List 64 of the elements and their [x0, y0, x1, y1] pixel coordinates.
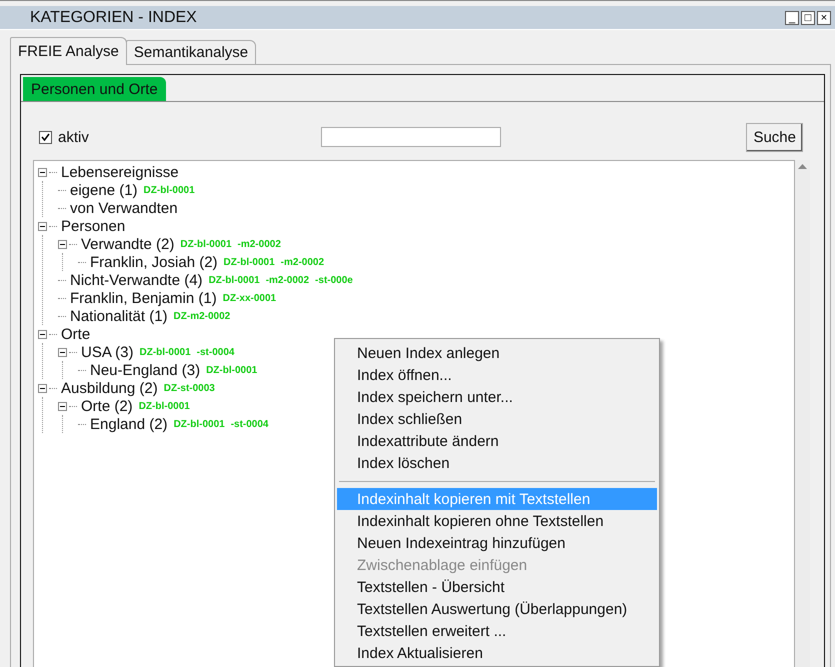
- tree-item[interactable]: England (2): [90, 416, 168, 432]
- code-tag: -m2-0002: [266, 274, 310, 286]
- menu-item[interactable]: Indexinhalt kopieren ohne Textstellen: [337, 510, 657, 532]
- tree-item[interactable]: Franklin, Josiah (2): [90, 254, 218, 270]
- menu-item[interactable]: Index schließen: [337, 408, 657, 430]
- tree-item[interactable]: Verwandte (2): [81, 236, 174, 252]
- menu-item[interactable]: Index öffnen...: [337, 364, 657, 386]
- code-tag: -st-0004: [230, 418, 268, 430]
- tree-item[interactable]: Orte (2): [81, 398, 133, 414]
- tab[interactable]: Semantikanalyse: [126, 40, 256, 65]
- tree-item[interactable]: von Verwandten: [70, 200, 178, 216]
- tab[interactable]: Personen und Orte: [23, 77, 166, 101]
- code-tag: DZ-bl-0001: [140, 346, 191, 358]
- tab[interactable]: FREIE Analyse: [10, 37, 127, 65]
- minimize-button[interactable]: _: [785, 10, 799, 24]
- code-tag: DZ-bl-0001: [144, 184, 195, 196]
- code-tag: DZ-bl-0001: [138, 400, 190, 412]
- code-tag: DZ-xx-0001: [222, 292, 276, 304]
- collapse-icon[interactable]: [58, 402, 67, 410]
- collapse-icon[interactable]: [38, 168, 47, 176]
- code-tag: DZ-bl-0001: [206, 364, 258, 376]
- code-tag: -st-000e: [315, 274, 353, 286]
- tree-item[interactable]: Ausbildung (2): [61, 380, 158, 396]
- menu-item[interactable]: Indexattribute ändern: [337, 430, 657, 452]
- menu-item[interactable]: Textstellen - Übersicht: [337, 576, 657, 598]
- tree-item[interactable]: eigene (1): [70, 182, 138, 198]
- scrollbar[interactable]: [795, 160, 810, 667]
- tree-item[interactable]: Nationalität (1): [70, 308, 168, 324]
- collapse-icon[interactable]: [58, 348, 67, 356]
- menu-item[interactable]: Index Aktualisieren: [337, 642, 657, 664]
- collapse-icon[interactable]: [38, 384, 47, 392]
- code-tag: DZ-bl-0001: [208, 274, 260, 286]
- code-tag: -m2-0002: [238, 238, 281, 250]
- maximize-button[interactable]: □: [801, 10, 815, 24]
- collapse-icon[interactable]: [38, 222, 47, 230]
- code-tag: DZ-bl-0001: [224, 256, 275, 268]
- menu-item[interactable]: Neuen Index anlegen: [337, 342, 657, 364]
- menu-item[interactable]: Index löschen: [337, 452, 657, 474]
- tree-item[interactable]: Orte: [61, 326, 90, 342]
- window-title: KATEGORIEN - INDEX: [30, 8, 198, 26]
- menu-item[interactable]: Neuen Indexeintrag hinzufügen: [337, 532, 657, 554]
- menu-item[interactable]: Textstellen Auswertung (Überlappungen): [337, 598, 657, 620]
- code-tag: -st-0004: [196, 346, 234, 358]
- code-tag: -m2-0002: [280, 256, 324, 268]
- code-tag: DZ-bl-0001: [174, 418, 225, 430]
- code-tag: DZ-st-0003: [164, 382, 215, 394]
- search-button[interactable]: Suche: [746, 122, 803, 152]
- collapse-icon[interactable]: [58, 240, 67, 248]
- code-tag: DZ-m2-0002: [174, 310, 230, 322]
- menu-item[interactable]: Index speichern unter...: [337, 386, 657, 408]
- tree-item[interactable]: Neu-England (3): [90, 362, 200, 378]
- scroll-up-icon[interactable]: [798, 164, 807, 169]
- tree-item[interactable]: Personen: [61, 218, 126, 234]
- tree-item[interactable]: USA (3): [81, 344, 134, 360]
- search-field[interactable]: [320, 127, 501, 147]
- checkbox[interactable]: [39, 130, 52, 144]
- tree-item[interactable]: Lebensereignisse: [61, 164, 179, 180]
- tree-item[interactable]: Franklin, Benjamin (1): [70, 290, 217, 306]
- collapse-icon[interactable]: [38, 330, 47, 338]
- tree-item[interactable]: Nicht-Verwandte (4): [70, 272, 203, 288]
- close-button[interactable]: ×: [817, 10, 831, 24]
- code-tag: DZ-bl-0001: [180, 238, 232, 250]
- menu-item[interactable]: Textstellen erweitert ...: [337, 620, 657, 642]
- checkbox-label: aktiv: [58, 128, 89, 146]
